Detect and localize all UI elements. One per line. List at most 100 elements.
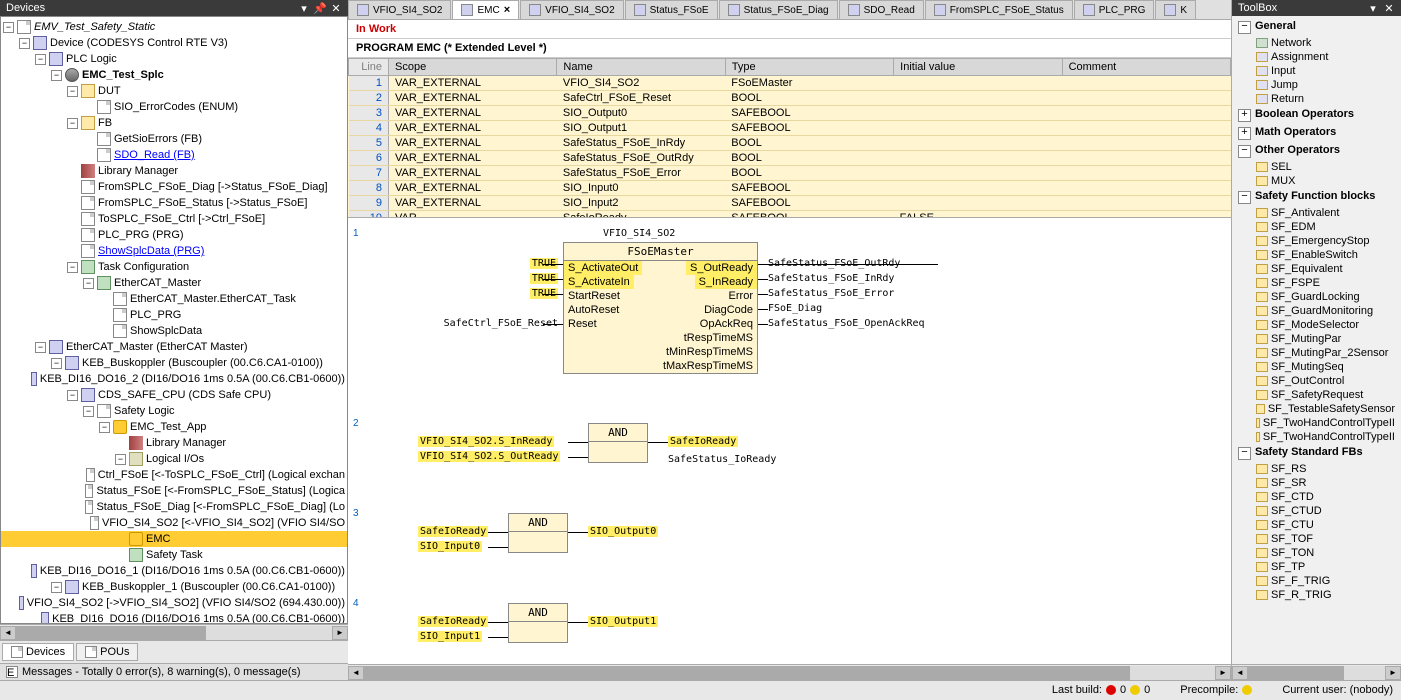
tree-node[interactable]: PLC_PRG: [1, 307, 347, 323]
editor-hscroll[interactable]: ◄►: [348, 664, 1231, 680]
tree-node[interactable]: GetSioErrors (FB): [1, 131, 347, 147]
tree-toggle-icon[interactable]: −: [99, 422, 110, 433]
tree-node[interactable]: Status_FSoE [<-FromSPLC_FSoE_Status] (Lo…: [1, 483, 347, 499]
close-icon[interactable]: ✕: [1383, 2, 1395, 14]
toolbox-item[interactable]: SF_GuardMonitoring: [1234, 304, 1399, 318]
editor-tab[interactable]: Status_FSoE: [625, 0, 718, 19]
toolbox-body[interactable]: GeneralNetworkAssignmentInputJumpReturnB…: [1232, 16, 1401, 664]
toolbox-item[interactable]: SF_SafetyRequest: [1234, 388, 1399, 402]
tree-node[interactable]: Status_FSoE_Diag [<-FromSPLC_FSoE_Diag] …: [1, 499, 347, 515]
tree-hscroll[interactable]: ◄►: [0, 624, 348, 640]
tree-node[interactable]: ShowSplcData (PRG): [1, 243, 347, 259]
toolbox-item[interactable]: SF_TwoHandControlTypeII: [1234, 416, 1399, 430]
toolbox-item[interactable]: Return: [1234, 92, 1399, 106]
variable-table[interactable]: LineScopeNameTypeInitial valueComment1VA…: [348, 58, 1231, 218]
toolbox-item[interactable]: SF_TOF: [1234, 532, 1399, 546]
tab-close-icon[interactable]: ×: [504, 4, 510, 16]
editor-tab[interactable]: Status_FSoE_Diag: [719, 0, 838, 19]
tree-toggle-icon[interactable]: −: [35, 54, 46, 65]
tree-node[interactable]: FromSPLC_FSoE_Diag [->Status_FSoE_Diag]: [1, 179, 347, 195]
toolbox-category[interactable]: Safety Function blocks: [1234, 188, 1399, 206]
fbd-editor[interactable]: 1 VFIO_SI4_SO2 FSoEMaster S_ActivateOutS…: [348, 218, 1231, 664]
tree-toggle-icon[interactable]: −: [67, 86, 78, 97]
tree-node[interactable]: −EtherCAT_Master: [1, 275, 347, 291]
bottom-tab[interactable]: Devices: [2, 643, 74, 661]
tree-toggle-icon[interactable]: −: [67, 118, 78, 129]
toolbox-category[interactable]: General: [1234, 18, 1399, 36]
toolbox-item[interactable]: SF_RS: [1234, 462, 1399, 476]
var-row[interactable]: 2VAR_EXTERNALSafeCtrl_FSoE_ResetBOOL: [349, 91, 1231, 106]
tree-node[interactable]: −EMV_Test_Safety_Static: [1, 19, 347, 35]
toolbox-item[interactable]: SF_MutingPar_2Sensor: [1234, 346, 1399, 360]
tree-node[interactable]: −Safety Logic: [1, 403, 347, 419]
tree-node[interactable]: −KEB_Buskoppler (Buscoupler (00.C6.CA1-0…: [1, 355, 347, 371]
toolbox-hscroll[interactable]: ◄►: [1232, 664, 1401, 680]
toolbox-item[interactable]: SF_GuardLocking: [1234, 290, 1399, 304]
tree-node[interactable]: EtherCAT_Master.EtherCAT_Task: [1, 291, 347, 307]
toolbox-item[interactable]: SF_EDM: [1234, 220, 1399, 234]
tree-node[interactable]: Ctrl_FSoE [<-ToSPLC_FSoE_Ctrl] (Logical …: [1, 467, 347, 483]
tree-toggle-icon[interactable]: −: [115, 454, 126, 465]
toolbox-item[interactable]: SEL: [1234, 160, 1399, 174]
tree-node[interactable]: −DUT: [1, 83, 347, 99]
toolbox-item[interactable]: SF_Antivalent: [1234, 206, 1399, 220]
tree-node[interactable]: Library Manager: [1, 163, 347, 179]
tree-node[interactable]: −Logical I/Os: [1, 451, 347, 467]
pin-icon[interactable]: 📌: [314, 2, 326, 14]
editor-tab[interactable]: VFIO_SI4_SO2: [348, 0, 451, 19]
editor-tab[interactable]: K: [1155, 0, 1196, 19]
toolbox-item[interactable]: SF_ModeSelector: [1234, 318, 1399, 332]
tree-toggle-icon[interactable]: −: [83, 278, 94, 289]
tree-node[interactable]: ToSPLC_FSoE_Ctrl [->Ctrl_FSoE]: [1, 211, 347, 227]
messages-bar[interactable]: E Messages - Totally 0 error(s), 8 warni…: [0, 663, 348, 680]
tree-node[interactable]: VFIO_SI4_SO2 [->VFIO_SI4_SO2] (VFIO SI4/…: [1, 595, 347, 611]
toolbox-item[interactable]: SF_TwoHandControlTypeII: [1234, 430, 1399, 444]
toolbox-item[interactable]: SF_MutingPar: [1234, 332, 1399, 346]
tree-node[interactable]: −Device (CODESYS Control RTE V3): [1, 35, 347, 51]
var-row[interactable]: 9VAR_EXTERNALSIO_Input2SAFEBOOL: [349, 196, 1231, 211]
tree-node[interactable]: SDO_Read (FB): [1, 147, 347, 163]
editor-tab[interactable]: VFIO_SI4_SO2: [520, 0, 623, 19]
bottom-tab[interactable]: POUs: [76, 643, 138, 661]
tree-node[interactable]: ShowSplcData: [1, 323, 347, 339]
toolbox-item[interactable]: SF_Equivalent: [1234, 262, 1399, 276]
editor-tab[interactable]: EMC ×: [452, 0, 519, 19]
editor-tab[interactable]: PLC_PRG: [1074, 0, 1155, 19]
tree-node[interactable]: −CDS_SAFE_CPU (CDS Safe CPU): [1, 387, 347, 403]
toolbox-item[interactable]: SF_TestableSafetySensor: [1234, 402, 1399, 416]
toolbox-item[interactable]: SF_CTUD: [1234, 504, 1399, 518]
fsoe-master-block[interactable]: FSoEMaster S_ActivateOutS_OutReadyS_Acti…: [563, 242, 758, 374]
tree-toggle-icon[interactable]: −: [51, 358, 62, 369]
toolbox-item[interactable]: Input: [1234, 64, 1399, 78]
toolbox-item[interactable]: SF_FSPE: [1234, 276, 1399, 290]
tree-node[interactable]: KEB_DI16_DO16_2 (DI16/DO16 1ms 0.5A (00.…: [1, 371, 347, 387]
toolbox-item[interactable]: SF_F_TRIG: [1234, 574, 1399, 588]
tree-node[interactable]: KEB_DI16_DO16_1 (DI16/DO16 1ms 0.5A (00.…: [1, 563, 347, 579]
tree-node[interactable]: EMC: [1, 531, 347, 547]
tree-toggle-icon[interactable]: −: [67, 390, 78, 401]
tree-node[interactable]: −EMC_Test_App: [1, 419, 347, 435]
toolbox-item[interactable]: MUX: [1234, 174, 1399, 188]
toolbox-category[interactable]: Math Operators: [1234, 124, 1399, 142]
tree-node[interactable]: −PLC Logic: [1, 51, 347, 67]
var-row[interactable]: 6VAR_EXTERNALSafeStatus_FSoE_OutRdyBOOL: [349, 151, 1231, 166]
tree-node[interactable]: FromSPLC_FSoE_Status [->Status_FSoE]: [1, 195, 347, 211]
pin-icon[interactable]: ▾: [1367, 2, 1379, 14]
toolbox-item[interactable]: Network: [1234, 36, 1399, 50]
var-row[interactable]: 4VAR_EXTERNALSIO_Output1SAFEBOOL: [349, 121, 1231, 136]
toolbox-item[interactable]: Assignment: [1234, 50, 1399, 64]
toolbox-item[interactable]: SF_EnableSwitch: [1234, 248, 1399, 262]
tree-node[interactable]: −Task Configuration: [1, 259, 347, 275]
tree-node[interactable]: VFIO_SI4_SO2 [<-VFIO_SI4_SO2] (VFIO SI4/…: [1, 515, 347, 531]
toolbox-item[interactable]: SF_TON: [1234, 546, 1399, 560]
toolbox-item[interactable]: SF_OutControl: [1234, 374, 1399, 388]
tree-node[interactable]: Library Manager: [1, 435, 347, 451]
tree-node[interactable]: −EtherCAT_Master (EtherCAT Master): [1, 339, 347, 355]
tree-toggle-icon[interactable]: −: [83, 406, 94, 417]
editor-tab[interactable]: FromSPLC_FSoE_Status: [925, 0, 1073, 19]
toolbox-item[interactable]: SF_SR: [1234, 476, 1399, 490]
tree-node[interactable]: PLC_PRG (PRG): [1, 227, 347, 243]
toolbox-category[interactable]: Other Operators: [1234, 142, 1399, 160]
tree-toggle-icon[interactable]: −: [35, 342, 46, 353]
tree-node[interactable]: SIO_ErrorCodes (ENUM): [1, 99, 347, 115]
